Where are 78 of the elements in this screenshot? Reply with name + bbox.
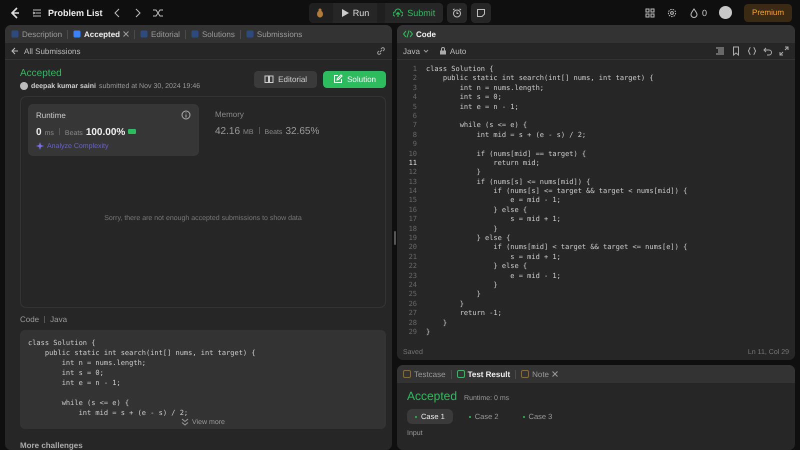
language-label: Java xyxy=(50,315,68,324)
tab-label: Test Result xyxy=(468,370,510,378)
tab[interactable]: Accepted xyxy=(73,30,130,38)
language-dropdown[interactable]: Java xyxy=(403,46,429,56)
tab-icon xyxy=(11,30,19,38)
tab-icon xyxy=(140,30,148,38)
shuffle-icon[interactable] xyxy=(152,8,163,18)
tab-label: Solutions xyxy=(202,30,235,38)
tab-icon xyxy=(456,370,465,378)
stat-title: Memory xyxy=(215,110,244,119)
tab[interactable]: Testcase xyxy=(403,370,446,378)
lock-icon xyxy=(438,47,447,55)
stat-value: 0 xyxy=(36,127,42,138)
bookmark-icon[interactable] xyxy=(731,46,741,56)
user-avatar xyxy=(20,82,28,90)
run-button[interactable]: Run xyxy=(332,2,378,22)
caret-icon xyxy=(422,48,429,54)
stat-percent: 100.00% xyxy=(86,127,126,138)
submission-status: Accepted xyxy=(20,68,63,79)
link-icon[interactable] xyxy=(376,46,386,56)
edit-icon xyxy=(333,74,344,84)
all-submissions-link[interactable]: All Submissions xyxy=(11,46,80,56)
more-challenges-heading: More challenges xyxy=(20,441,84,450)
sparkle-icon xyxy=(36,142,44,150)
submit-button[interactable]: Submit xyxy=(385,2,444,22)
problem-list-link[interactable]: Problem List xyxy=(32,8,103,18)
tab[interactable]: Note xyxy=(521,370,558,378)
tab[interactable]: Test Result xyxy=(456,370,510,378)
tab-label: Submissions xyxy=(256,30,302,38)
note-icon xyxy=(476,8,486,18)
tab-label: Testcase xyxy=(414,370,446,378)
format-icon[interactable] xyxy=(715,46,725,56)
avatar[interactable] xyxy=(718,6,732,19)
code-icon xyxy=(403,29,413,39)
stat-value: 42.16 xyxy=(215,126,240,137)
undo-icon[interactable] xyxy=(763,46,773,56)
book-icon xyxy=(264,74,274,84)
play-icon xyxy=(340,8,349,16)
auto-mode-toggle[interactable]: Auto xyxy=(438,46,466,56)
tab[interactable]: Submissions xyxy=(246,30,302,38)
alarm-clock-button[interactable] xyxy=(447,2,468,22)
alarm-clock-icon xyxy=(452,8,462,18)
list-icon xyxy=(32,8,42,18)
resize-handle[interactable] xyxy=(394,230,396,244)
tab-label: Editorial xyxy=(151,30,180,38)
chevrons-down-icon xyxy=(181,418,190,426)
grid-icon[interactable] xyxy=(644,8,655,18)
tab[interactable]: Editorial xyxy=(140,30,180,38)
tab[interactable]: Solutions xyxy=(190,30,235,38)
tab-label: Accepted xyxy=(84,30,120,38)
close-icon[interactable] xyxy=(123,31,130,37)
tab-label: Description xyxy=(22,30,62,38)
tab-icon xyxy=(521,370,530,378)
settings-icon[interactable] xyxy=(666,8,677,18)
tab-icon xyxy=(403,370,411,378)
editorial-button[interactable]: Editorial xyxy=(254,70,318,88)
premium-button[interactable]: Premium xyxy=(744,4,792,22)
code-label: Code xyxy=(20,315,40,324)
stat-title: Runtime xyxy=(36,110,66,120)
tab-label: Note xyxy=(532,370,550,378)
back-arrow-icon xyxy=(11,47,19,55)
streak-count: 0 xyxy=(702,8,707,18)
tab-icon xyxy=(190,30,199,38)
result-status: Accepted xyxy=(407,389,458,403)
tab-icon xyxy=(246,30,254,38)
chevron-right-icon[interactable] xyxy=(132,8,143,18)
note-button[interactable] xyxy=(471,2,492,22)
cloud-upload-icon xyxy=(393,8,404,18)
stat-percent: 32.65% xyxy=(285,126,320,137)
badge-icon xyxy=(128,127,136,135)
problem-list-label: Problem List xyxy=(48,8,103,18)
editor-title: Code xyxy=(416,30,436,38)
tab[interactable]: Description xyxy=(11,30,62,38)
tab-icon xyxy=(73,30,82,38)
braces-icon[interactable] xyxy=(747,46,757,56)
close-icon[interactable] xyxy=(552,371,558,377)
expand-icon[interactable] xyxy=(779,46,789,56)
info-icon[interactable] xyxy=(181,110,191,120)
